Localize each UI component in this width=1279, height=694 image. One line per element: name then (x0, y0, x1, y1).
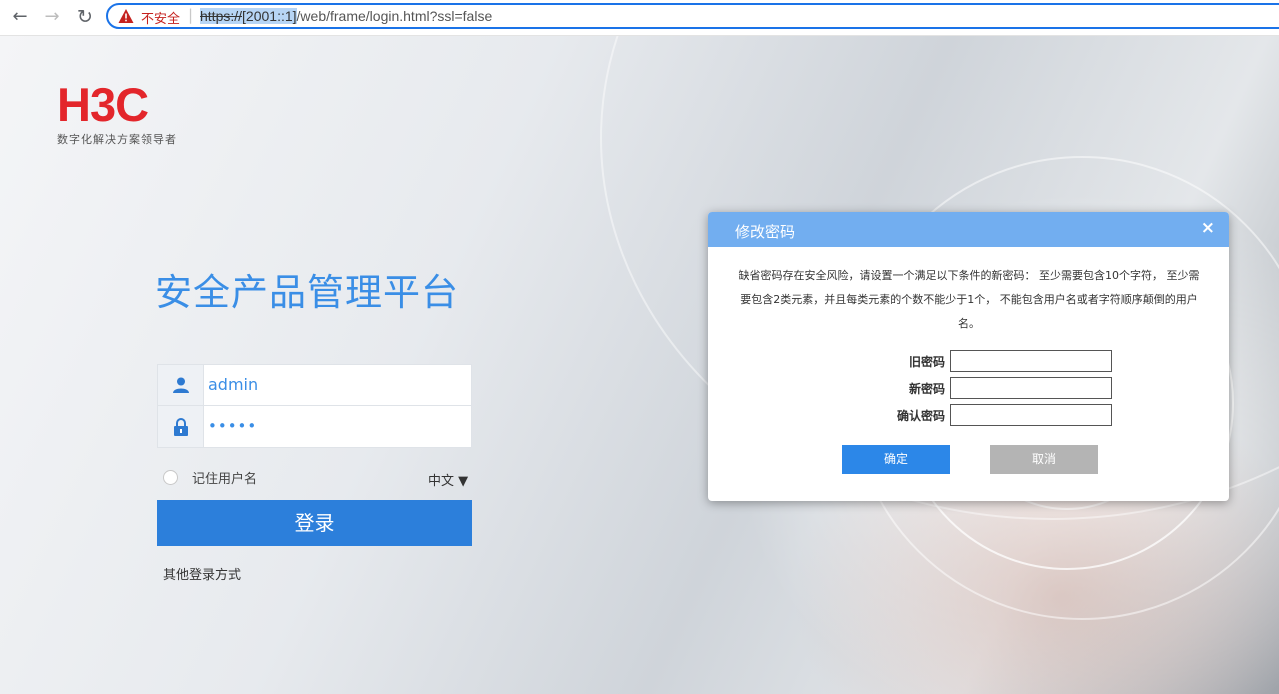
new-password-row: 新密码 (858, 377, 1158, 399)
old-password-row: 旧密码 (858, 350, 1158, 372)
url-host: [2001::1] (242, 8, 297, 24)
url-protocol: https:// (200, 8, 243, 24)
change-password-dialog: 修改密码 × 缺省密码存在安全风险，请设置一个满足以下条件的新密码： 至少需要包… (708, 212, 1229, 501)
remember-username-checkbox[interactable]: 记住用户名 (163, 468, 257, 487)
confirm-password-row: 确认密码 (858, 404, 1158, 426)
reload-icon[interactable]: ↻ (73, 6, 97, 28)
back-arrow-icon[interactable]: ← (8, 6, 32, 28)
old-password-input[interactable] (950, 350, 1112, 372)
warning-icon (118, 9, 134, 23)
new-password-input[interactable] (950, 377, 1112, 399)
address-bar[interactable]: 不安全 | https://[2001::1]/web/frame/login.… (106, 3, 1279, 29)
confirm-password-input[interactable] (950, 404, 1112, 426)
logo-brand: H3C (57, 78, 149, 131)
h3c-logo: H3C 数字化解决方案领导者 (57, 78, 177, 147)
dialog-title: 修改密码 (735, 223, 796, 241)
confirm-password-label: 确认密码 (896, 409, 945, 423)
logo-slogan: 数字化解决方案领导者 (57, 133, 177, 146)
forward-arrow-icon[interactable]: → (40, 6, 64, 28)
browser-toolbar: ← → ↻ 不安全 | https://[2001::1]/web/frame/… (0, 0, 1279, 36)
address-separator: | (188, 6, 194, 24)
confirm-button[interactable]: 确定 (842, 445, 950, 474)
url-text[interactable]: https://[2001::1]/web/frame/login.html?s… (200, 8, 492, 24)
security-warning-text[interactable]: 不安全 (141, 8, 180, 27)
other-login-link[interactable]: 其他登录方式 (163, 564, 241, 583)
dialog-message: 缺省密码存在安全风险，请设置一个满足以下条件的新密码： 至少需要包含10个字符，… (738, 269, 1200, 330)
lock-icon (158, 406, 204, 447)
close-icon[interactable]: × (1201, 218, 1215, 238)
login-button[interactable]: 登录 (157, 500, 472, 546)
password-input[interactable]: ••••• (208, 406, 463, 447)
language-select[interactable]: 中文 ▼ (428, 470, 468, 489)
platform-title: 安全产品管理平台 (155, 271, 459, 314)
dialog-header: 修改密码 × (708, 212, 1229, 247)
cancel-button[interactable]: 取消 (990, 445, 1098, 474)
remember-radio[interactable] (163, 470, 178, 485)
username-field[interactable]: admin (157, 364, 472, 406)
remember-label: 记住用户名 (192, 472, 258, 487)
url-path: /web/frame/login.html?ssl=false (296, 8, 493, 24)
old-password-label: 旧密码 (908, 355, 945, 369)
new-password-label: 新密码 (908, 382, 945, 396)
user-icon (158, 365, 204, 405)
username-input[interactable]: admin (208, 365, 463, 405)
password-field[interactable]: ••••• (157, 406, 472, 448)
